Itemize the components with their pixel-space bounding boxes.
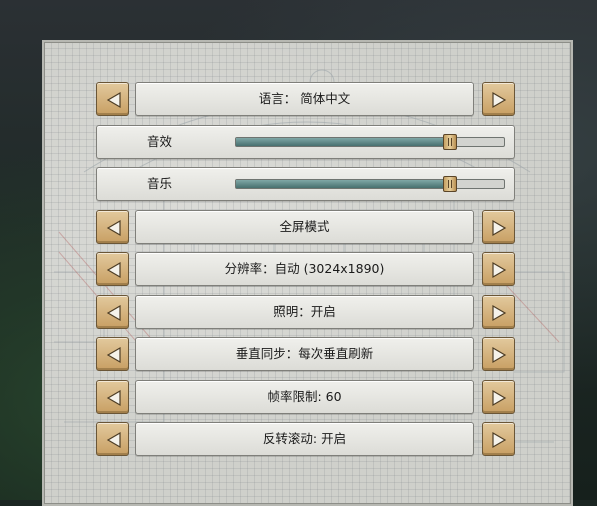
language-value: 语言： 简体中文 (135, 82, 474, 116)
arrow-left-icon (106, 261, 121, 279)
music-volume-row: 音乐 (96, 167, 515, 201)
vsync-value: 垂直同步：每次垂直刷新 (135, 337, 474, 371)
vsync-next-button[interactable] (482, 337, 515, 371)
arrow-left-icon (106, 389, 121, 407)
invert-scroll-value: 反转滚动: 开启 (135, 422, 474, 456)
frame-rate-row: 帧率限制: 60 (96, 380, 515, 414)
sfx-volume-handle[interactable] (443, 134, 458, 150)
arrow-right-icon (492, 346, 507, 364)
music-volume-handle[interactable] (443, 176, 458, 192)
display-mode-value: 全屏模式 (135, 210, 474, 244)
music-volume-label: 音乐 (147, 176, 173, 191)
music-volume-box: 音乐 (96, 167, 515, 201)
music-volume-slider[interactable] (235, 176, 505, 192)
lighting-row: 照明：开启 (96, 295, 515, 329)
language-prev-button[interactable] (96, 82, 129, 116)
arrow-left-icon (106, 431, 121, 449)
music-volume-fill (236, 180, 451, 188)
frame-rate-next-button[interactable] (482, 380, 515, 414)
arrow-left-icon (106, 346, 121, 364)
resolution-prev-button[interactable] (96, 252, 129, 286)
language-row: 语言： 简体中文 (96, 82, 515, 116)
invert-scroll-row: 反转滚动: 开启 (96, 422, 515, 456)
resolution-value: 分辨率：自动 (3024x1890) (135, 252, 474, 286)
arrow-right-icon (492, 389, 507, 407)
arrow-left-icon (106, 304, 121, 322)
arrow-left-icon (106, 91, 121, 109)
arrow-right-icon (492, 304, 507, 322)
arrow-left-icon (106, 219, 121, 237)
language-next-button[interactable] (482, 82, 515, 116)
frame-rate-value: 帧率限制: 60 (135, 380, 474, 414)
resolution-row: 分辨率：自动 (3024x1890) (96, 252, 515, 286)
frame-rate-prev-button[interactable] (96, 380, 129, 414)
vsync-prev-button[interactable] (96, 337, 129, 371)
lighting-next-button[interactable] (482, 295, 515, 329)
display-mode-next-button[interactable] (482, 210, 515, 244)
sfx-volume-slider[interactable] (235, 134, 505, 150)
invert-scroll-next-button[interactable] (482, 422, 515, 456)
arrow-right-icon (492, 261, 507, 279)
sfx-volume-fill (236, 138, 451, 146)
arrow-right-icon (492, 431, 507, 449)
vsync-row: 垂直同步：每次垂直刷新 (96, 337, 515, 371)
lighting-prev-button[interactable] (96, 295, 129, 329)
sfx-volume-row: 音效 (96, 125, 515, 159)
display-mode-row: 全屏模式 (96, 210, 515, 244)
display-mode-prev-button[interactable] (96, 210, 129, 244)
arrow-right-icon (492, 91, 507, 109)
arrow-right-icon (492, 219, 507, 237)
invert-scroll-prev-button[interactable] (96, 422, 129, 456)
resolution-next-button[interactable] (482, 252, 515, 286)
lighting-value: 照明：开启 (135, 295, 474, 329)
sfx-volume-label: 音效 (147, 134, 173, 149)
sfx-volume-box: 音效 (96, 125, 515, 159)
